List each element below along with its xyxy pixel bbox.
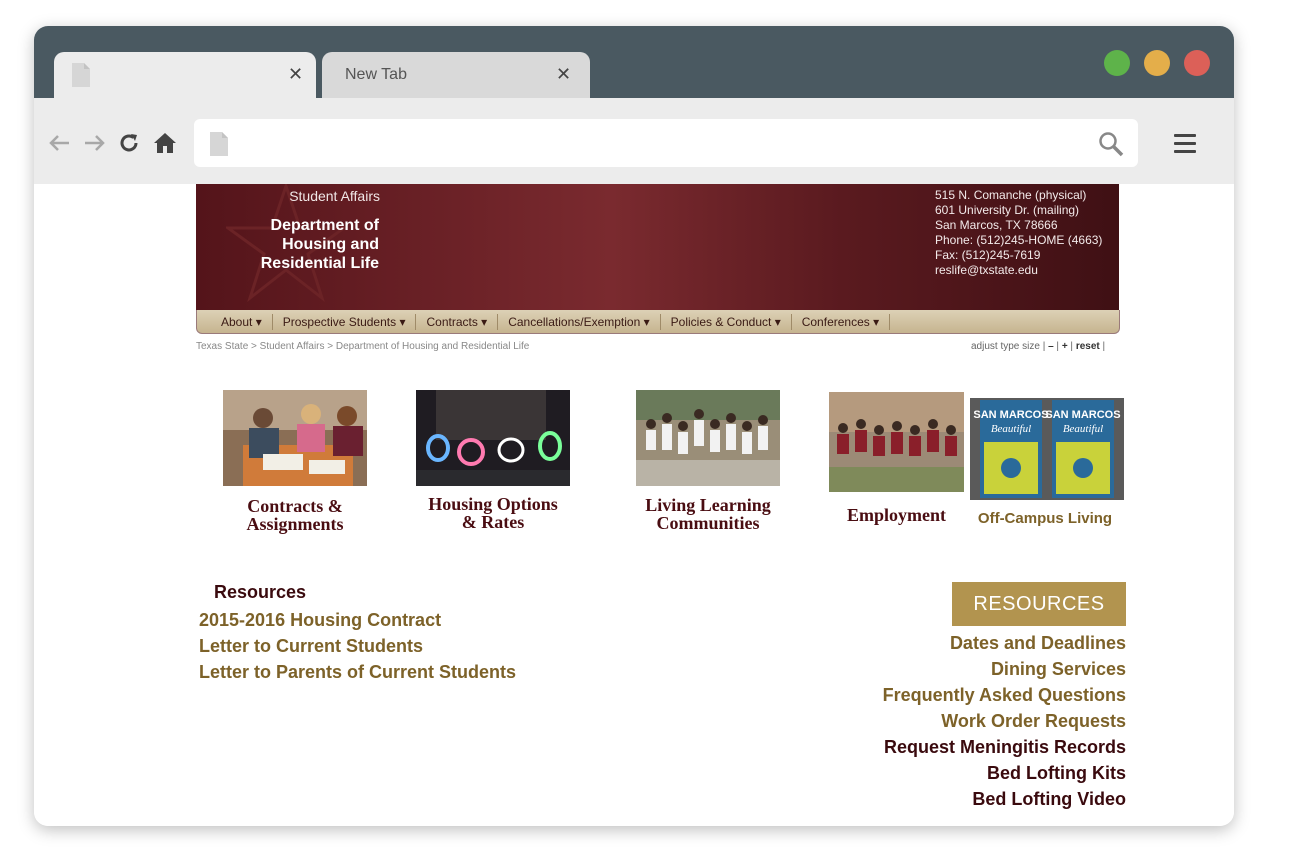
feature-housing-options[interactable]: Housing Options & Rates <box>416 495 570 531</box>
minimize-button[interactable] <box>1144 50 1170 76</box>
address-line: 601 University Dr. (mailing) <box>935 203 1080 217</box>
feature-label: Housing Options <box>428 494 558 514</box>
close-tab-icon[interactable]: ✕ <box>288 64 303 85</box>
bed-lofting-kits-link[interactable]: Bed Lofting Kits <box>883 760 1126 786</box>
search-icon[interactable] <box>1098 131 1124 157</box>
department-title[interactable]: Department of Housing and Residential Li… <box>236 216 379 273</box>
tab-title: New Tab <box>345 66 407 83</box>
nav-conferences[interactable]: Conferences ▾ <box>792 313 891 330</box>
forward-arrow-icon[interactable] <box>82 130 108 156</box>
dining-services-link[interactable]: Dining Services <box>883 656 1126 682</box>
employment-photo[interactable] <box>829 392 964 492</box>
bed-lofting-video-link[interactable]: Bed Lofting Video <box>883 786 1126 812</box>
nav-contracts[interactable]: Contracts ▾ <box>416 313 499 330</box>
home-icon[interactable] <box>152 130 178 156</box>
letter-current-students-link[interactable]: Letter to Current Students <box>199 633 516 659</box>
phone-line: Phone: (512)245-HOME (4663) <box>935 233 1103 247</box>
sign-subtext: Beautiful <box>991 423 1031 435</box>
reset-type-button[interactable]: reset <box>1076 341 1100 352</box>
llc-photo[interactable] <box>636 390 780 486</box>
feature-label: Assignments <box>246 514 344 534</box>
browser-window: ✕ New Tab ✕ Student Affairs Department o… <box>34 26 1234 826</box>
breadcrumb[interactable]: Texas State > Student Affairs > Departme… <box>196 341 529 352</box>
page-icon <box>72 63 90 87</box>
nav-prospective-students[interactable]: Prospective Students ▾ <box>273 313 417 330</box>
tab-active[interactable]: ✕ <box>54 52 316 98</box>
type-size-controls: adjust type size | – | + | reset | <box>971 341 1106 352</box>
student-affairs-link[interactable]: Student Affairs <box>289 188 380 204</box>
sign-text: SAN MARCOS <box>973 409 1048 421</box>
housing-contract-link[interactable]: 2015-2016 Housing Contract <box>199 607 516 633</box>
close-window-button[interactable] <box>1184 50 1210 76</box>
sign-subtext: Beautiful <box>1063 423 1103 435</box>
decrease-type-button[interactable]: – <box>1048 341 1054 352</box>
resources-heading: Resources <box>214 582 307 602</box>
email-link[interactable]: reslife@txstate.edu <box>935 263 1102 278</box>
resources-right-list: Dates and Deadlines Dining Services Freq… <box>883 630 1126 812</box>
dates-deadlines-link[interactable]: Dates and Deadlines <box>883 630 1126 656</box>
type-size-label: adjust type size <box>971 341 1040 352</box>
contracts-photo[interactable] <box>223 390 367 486</box>
feature-label: Contracts & <box>247 496 343 516</box>
faq-link[interactable]: Frequently Asked Questions <box>883 682 1126 708</box>
housing-options-photo[interactable] <box>416 390 570 486</box>
resources-left-list: 2015-2016 Housing Contract Letter to Cur… <box>199 607 516 685</box>
feature-label: Off-Campus Living <box>977 510 1113 527</box>
feature-label: Employment <box>847 505 946 525</box>
nav-about[interactable]: About ▾ <box>211 313 273 330</box>
site-nav: About ▾ Prospective Students ▾ Contracts… <box>196 310 1120 334</box>
work-order-link[interactable]: Work Order Requests <box>883 708 1126 734</box>
feature-label: Communities <box>656 513 760 533</box>
tab-new-tab[interactable]: New Tab ✕ <box>322 52 590 98</box>
address-line: 515 N. Comanche (physical) <box>935 188 1087 202</box>
page-viewport: Student Affairs Department of Housing an… <box>34 184 1234 826</box>
contact-address: 515 N. Comanche (physical) 601 Universit… <box>935 188 1102 278</box>
menu-icon[interactable] <box>1174 134 1196 154</box>
reload-icon[interactable] <box>116 130 142 156</box>
feature-label: & Rates <box>461 512 525 532</box>
page-icon <box>210 132 228 156</box>
fax-line: Fax: (512)245-7619 <box>935 248 1041 262</box>
letter-parents-link[interactable]: Letter to Parents of Current Students <box>199 659 516 685</box>
feature-contracts[interactable]: Contracts & Assignments <box>223 497 367 533</box>
address-bar[interactable] <box>194 119 1138 167</box>
sign-text: SAN MARCOS <box>1045 409 1120 421</box>
maximize-button[interactable] <box>1104 50 1130 76</box>
nav-policies[interactable]: Policies & Conduct ▾ <box>661 313 792 330</box>
address-line: San Marcos, TX 78666 <box>935 218 1058 232</box>
title-bar: ✕ New Tab ✕ <box>34 26 1234 98</box>
meningitis-records-link[interactable]: Request Meningitis Records <box>883 734 1126 760</box>
back-arrow-icon[interactable] <box>46 130 72 156</box>
feature-off-campus[interactable]: Off-Campus Living <box>970 510 1120 528</box>
close-tab-icon[interactable]: ✕ <box>556 64 571 85</box>
site-header: Student Affairs Department of Housing an… <box>196 184 1119 310</box>
increase-type-button[interactable]: + <box>1062 341 1068 352</box>
resources-badge: RESOURCES <box>952 582 1126 626</box>
off-campus-photo[interactable]: SAN MARCOS Beautiful SAN MARCOS Beautifu… <box>970 398 1124 500</box>
feature-label: Living Learning <box>645 495 771 515</box>
feature-employment[interactable]: Employment <box>829 506 964 524</box>
nav-cancellations[interactable]: Cancellations/Exemption ▾ <box>498 313 661 330</box>
feature-llc[interactable]: Living Learning Communities <box>632 496 784 532</box>
browser-toolbar <box>34 98 1234 184</box>
